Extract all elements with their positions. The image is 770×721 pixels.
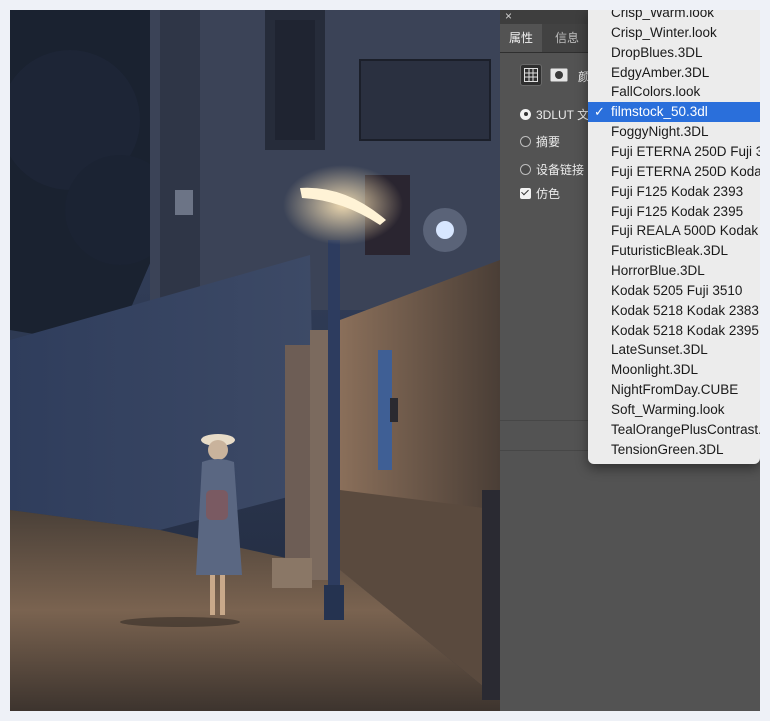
lut-menu-item-label: filmstock_50.3dl [611, 104, 708, 120]
lut-menu-item-label: NightFromDay.CUBE [611, 382, 739, 398]
lut-menu-item[interactable]: ✓ filmstock_50.3dl [588, 102, 760, 123]
mask-icon-glyph [550, 68, 568, 82]
lut-menu-item-label: Fuji REALA 500D Kodak 2393 [611, 223, 760, 239]
lut-menu-item-label: Fuji F125 Kodak 2393 [611, 183, 744, 199]
lut-menu-item[interactable]: Fuji ETERNA 250D Kodak 2395 [588, 162, 760, 182]
mask-icon[interactable] [548, 64, 570, 86]
lut-menu-item[interactable]: Kodak 5218 Kodak 2395 [588, 321, 760, 341]
lut-menu-item-label: Kodak 5218 Kodak 2395 [611, 322, 759, 338]
checkbox-dither[interactable] [520, 187, 531, 199]
lut-menu-item[interactable]: DropBlues.3DL [588, 43, 760, 63]
lut-menu-item[interactable]: TensionGreen.3DL [588, 440, 760, 460]
lut-menu-item[interactable]: Fuji F125 Kodak 2395 [588, 202, 760, 222]
lut-menu-item-label: FuturisticBleak.3DL [611, 243, 729, 259]
lut-menu-item[interactable]: Kodak 5218 Kodak 2383 [588, 301, 760, 321]
lut-menu-item-label: Fuji ETERNA 250D Fuji 3510 [611, 143, 760, 159]
lut-menu-item[interactable]: FoggyNight.3DL [588, 122, 760, 142]
lut-menu-item-label: TensionGreen.3DL [611, 441, 724, 457]
lut-menu-item-label: FoggyNight.3DL [611, 124, 709, 140]
lut-menu-item[interactable]: NightFromDay.CUBE [588, 380, 760, 400]
radio-3dlut[interactable] [520, 108, 531, 120]
option-label: 摘要 [536, 134, 561, 149]
lut-menu-item-label: Kodak 5218 Kodak 2383 [611, 302, 759, 318]
lut-dropdown-menu[interactable]: Crisp_Warm.look Crisp_Winter.look DropBlue… [588, 10, 760, 464]
lut-menu-item-label: Moonlight.3DL [611, 362, 699, 378]
lut-menu-item-label: HorrorBlue.3DL [611, 263, 705, 279]
tab-info[interactable]: 信息 [546, 24, 588, 52]
lut-menu-item-label: Soft_Warming.look [611, 402, 725, 417]
lut-menu-item[interactable]: Moonlight.3DL [588, 360, 760, 380]
lut-menu-item[interactable]: Soft_Warming.look [588, 400, 760, 420]
radio-abstract[interactable] [520, 135, 531, 147]
close-icon[interactable]: × [505, 10, 512, 23]
lut-menu-item[interactable]: TealOrangePlusContrast.3DL [588, 420, 760, 440]
lut-menu-item[interactable]: LateSunset.3DL [588, 340, 760, 360]
option-device-link[interactable]: 设备链接 [520, 160, 584, 178]
lut-menu-item[interactable]: HorrorBlue.3DL [588, 261, 760, 281]
grid-icon[interactable] [520, 64, 542, 86]
radio-device-link[interactable] [520, 163, 531, 175]
lut-menu-item-label: DropBlues.3DL [611, 44, 703, 60]
lut-menu-item[interactable]: EdgyAmber.3DL [588, 63, 760, 83]
lut-menu-item[interactable]: Fuji F125 Kodak 2393 [588, 182, 760, 202]
lut-menu-item-label: Crisp_Winter.look [611, 24, 717, 40]
lut-menu-item-label: TealOrangePlusContrast.3DL [611, 421, 760, 437]
lut-menu-item[interactable]: Fuji ETERNA 250D Fuji 3510 [588, 142, 760, 162]
lut-menu-item[interactable]: FallColors.look [588, 82, 760, 102]
option-label: 设备链接 [536, 162, 585, 177]
lut-menu-item[interactable]: Crisp_Winter.look [588, 23, 760, 43]
grid-icon-glyph [524, 68, 538, 82]
screenshot-frame: × 属性 信息 颜色 [10, 10, 760, 711]
lut-menu-item-label: LateSunset.3DL [611, 342, 708, 358]
night-street-photo [10, 10, 500, 711]
lut-menu-item[interactable]: Fuji REALA 500D Kodak 2393 [588, 221, 760, 241]
lut-menu-item[interactable]: Crisp_Warm.look [588, 10, 760, 23]
lut-menu-item-label: Crisp_Warm.look [611, 10, 715, 20]
lut-menu-item-label: Fuji ETERNA 250D Kodak 2395 [611, 163, 760, 179]
lut-menu-item[interactable]: Kodak 5205 Fuji 3510 [588, 281, 760, 301]
checkmark-icon: ✓ [594, 104, 605, 120]
lut-menu-item-label: EdgyAmber.3DL [611, 64, 710, 80]
lut-menu-item[interactable]: FuturisticBleak.3DL [588, 241, 760, 261]
lut-menu-item-label: Kodak 5205 Fuji 3510 [611, 282, 743, 298]
option-abstract[interactable]: 摘要 [520, 132, 560, 150]
lut-menu-item-label: FallColors.look [611, 84, 701, 100]
option-dither[interactable]: 仿色 [520, 184, 560, 202]
lut-menu-item-label: Fuji F125 Kodak 2395 [611, 203, 744, 219]
tab-properties[interactable]: 属性 [500, 24, 543, 52]
option-label: 仿色 [536, 186, 561, 201]
canvas-image [10, 10, 500, 711]
